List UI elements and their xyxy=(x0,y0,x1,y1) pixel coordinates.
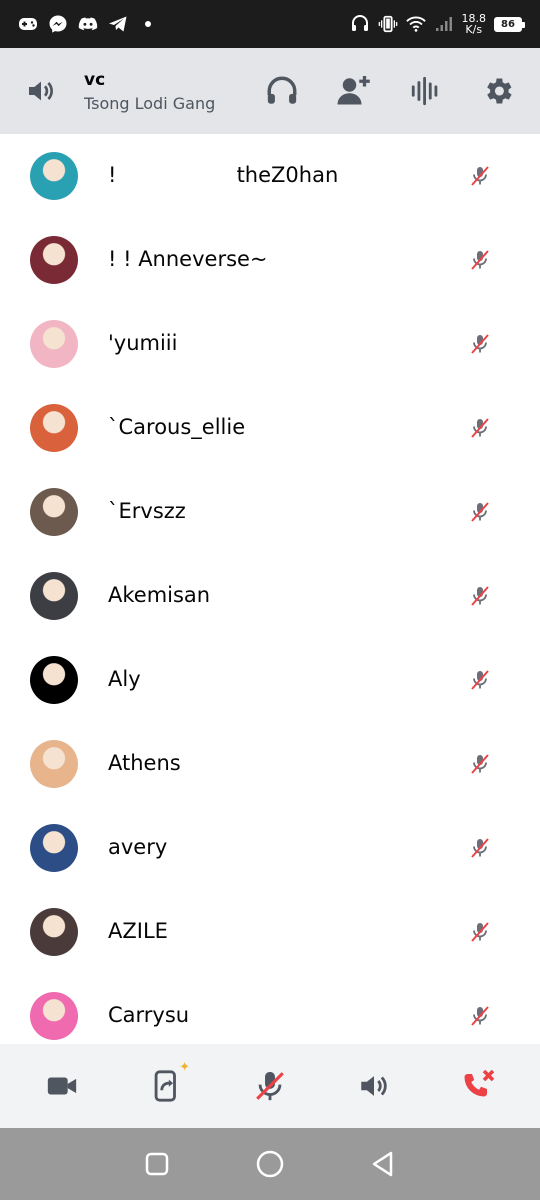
avatar xyxy=(30,404,78,452)
discord-icon xyxy=(78,14,98,34)
member-row[interactable]: Akemisan xyxy=(0,554,540,638)
screen-share-icon[interactable]: ✦ xyxy=(140,1060,192,1112)
member-row[interactable]: Carrysu xyxy=(0,974,540,1044)
member-row[interactable]: `Ervszz xyxy=(0,470,540,554)
leave-call-icon[interactable] xyxy=(452,1060,504,1112)
member-name: 'yumiii xyxy=(108,331,178,355)
member-name: Aly xyxy=(108,667,141,691)
recents-icon[interactable] xyxy=(137,1144,177,1184)
signal-icon xyxy=(434,14,454,34)
battery-level: 86 xyxy=(501,18,515,30)
vibrate-icon xyxy=(378,14,398,34)
network-speed-unit: K/s xyxy=(465,23,483,36)
dot-icon xyxy=(138,14,158,34)
server-name: Tsong Lodi Gang xyxy=(84,93,216,113)
avatar xyxy=(30,320,78,368)
member-row[interactable]: avery xyxy=(0,806,540,890)
muted-mic-icon xyxy=(468,1004,492,1028)
member-row[interactable]: ! theZ0han xyxy=(0,134,540,218)
member-row[interactable]: `Carous_ellie xyxy=(0,386,540,470)
avatar xyxy=(30,152,78,200)
network-speed: 18.8 K/s xyxy=(462,13,487,35)
avatar xyxy=(30,992,78,1040)
muted-mic-icon xyxy=(468,332,492,356)
messenger-icon xyxy=(48,14,68,34)
avatar xyxy=(30,488,78,536)
member-name: Athens xyxy=(108,751,181,775)
status-bar: 18.8 K/s 86 xyxy=(0,0,540,48)
avatar xyxy=(30,236,78,284)
system-navigation-bar xyxy=(0,1128,540,1200)
battery-indicator: 86 xyxy=(494,16,525,32)
avatar xyxy=(30,824,78,872)
member-name: ! ! Anneverse~ xyxy=(108,247,268,271)
muted-mic-icon xyxy=(468,500,492,524)
home-icon[interactable] xyxy=(250,1144,290,1184)
add-friend-icon[interactable] xyxy=(336,73,372,109)
member-row[interactable]: Aly xyxy=(0,638,540,722)
member-name: `Carous_ellie xyxy=(108,415,246,439)
muted-mic-icon xyxy=(468,416,492,440)
member-name: Carrysu xyxy=(108,1003,190,1027)
muted-mic-icon xyxy=(468,752,492,776)
camera-icon[interactable] xyxy=(36,1060,88,1112)
headset-status-icon xyxy=(350,14,370,34)
avatar xyxy=(30,740,78,788)
member-name: Akemisan xyxy=(108,583,211,607)
headphones-icon[interactable] xyxy=(264,73,300,109)
muted-mic-icon xyxy=(468,920,492,944)
avatar xyxy=(30,572,78,620)
member-row[interactable]: 'yumiii xyxy=(0,302,540,386)
settings-icon[interactable] xyxy=(480,73,516,109)
avatar xyxy=(30,908,78,956)
telegram-icon xyxy=(108,14,128,34)
avatar xyxy=(30,656,78,704)
member-name: AZILE xyxy=(108,919,168,943)
gamepad-icon xyxy=(18,14,38,34)
member-name: `Ervszz xyxy=(108,499,186,523)
voice-activity-icon[interactable] xyxy=(408,73,444,109)
notification-icons xyxy=(18,14,158,34)
muted-mic-icon xyxy=(468,164,492,188)
speaker-output-icon[interactable] xyxy=(348,1060,400,1112)
channel-titles: vc Tsong Lodi Gang xyxy=(84,70,215,113)
call-controls: ✦ xyxy=(0,1044,540,1128)
mute-mic-icon[interactable] xyxy=(244,1060,296,1112)
member-row[interactable]: Athens xyxy=(0,722,540,806)
back-icon[interactable] xyxy=(363,1144,403,1184)
voice-channel-header: vc Tsong Lodi Gang xyxy=(0,48,540,134)
speaker-icon xyxy=(24,74,58,108)
muted-mic-icon xyxy=(468,668,492,692)
member-row[interactable]: ! ! Anneverse~ xyxy=(0,218,540,302)
channel-name: vc xyxy=(84,69,106,90)
member-row[interactable]: AZILE xyxy=(0,890,540,974)
member-name: ! theZ0han xyxy=(108,163,339,187)
muted-mic-icon xyxy=(468,584,492,608)
sparkle-icon: ✦ xyxy=(179,1060,190,1075)
muted-mic-icon xyxy=(468,836,492,860)
muted-mic-icon xyxy=(468,248,492,272)
member-name: avery xyxy=(108,835,168,859)
member-list[interactable]: ! theZ0han ! ! Anneverse~ 'yumiii `Carous_e… xyxy=(0,134,540,1044)
wifi-icon xyxy=(405,14,426,34)
